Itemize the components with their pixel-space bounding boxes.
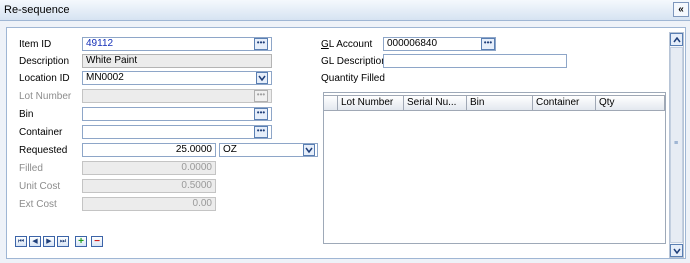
grid-col-container[interactable]: Container bbox=[533, 95, 596, 111]
grip-icon: ≡ bbox=[674, 140, 679, 147]
unit-cost-label: Unit Cost bbox=[19, 181, 61, 192]
window-titlebar: Re-sequence « bbox=[0, 0, 690, 21]
lot-number-field bbox=[82, 89, 272, 103]
scroll-thumb[interactable]: ≡ bbox=[670, 47, 683, 243]
chevron-down-icon bbox=[673, 248, 681, 254]
scroll-down-button[interactable] bbox=[670, 244, 683, 257]
form-vertical-scrollbar[interactable]: ≡ bbox=[669, 32, 684, 258]
container-lookup-button[interactable]: ••• bbox=[254, 126, 268, 138]
filled-label: Filled bbox=[19, 163, 43, 174]
item-id-field[interactable]: 49112 bbox=[82, 37, 272, 51]
minus-icon: − bbox=[94, 236, 100, 247]
gl-account-field[interactable]: 000006840 bbox=[383, 37, 496, 51]
quantity-filled-grid[interactable]: Lot Number Serial Nu... Bin Container Qt… bbox=[323, 92, 666, 244]
chevron-up-icon bbox=[673, 37, 681, 43]
gl-description-field[interactable] bbox=[383, 54, 567, 68]
container-label: Container bbox=[19, 127, 63, 138]
location-id-label: Location ID bbox=[19, 73, 70, 84]
uom-dropdown-button[interactable] bbox=[303, 144, 315, 156]
lot-number-label: Lot Number bbox=[19, 91, 72, 102]
plus-icon: + bbox=[78, 236, 84, 247]
first-record-button[interactable]: ⏮ bbox=[15, 236, 27, 247]
requested-label: Requested bbox=[19, 145, 68, 156]
ellipsis-icon: ••• bbox=[256, 126, 266, 135]
ellipsis-icon: ••• bbox=[256, 38, 266, 47]
filled-field: 0.0000 bbox=[82, 161, 216, 175]
container-field[interactable] bbox=[82, 125, 272, 139]
grid-col-bin[interactable]: Bin bbox=[467, 95, 533, 111]
gl-account-label: GL Account bbox=[321, 39, 373, 50]
resequence-form-panel: Item ID 49112 ••• Description White Pain… bbox=[6, 27, 686, 259]
bin-field[interactable] bbox=[82, 107, 272, 121]
next-record-icon: ▶ bbox=[46, 238, 52, 245]
last-record-button[interactable]: ⏭ bbox=[57, 236, 69, 247]
lot-number-lookup-button: ••• bbox=[254, 90, 268, 102]
previous-record-icon: ◀ bbox=[32, 238, 38, 245]
scroll-up-button[interactable] bbox=[670, 33, 683, 46]
add-record-button[interactable]: + bbox=[75, 236, 87, 247]
gl-description-label: GL Description bbox=[321, 56, 387, 67]
requested-quantity-field[interactable]: 25.0000 bbox=[82, 143, 216, 157]
grid-header-row: Lot Number Serial Nu... Bin Container Qt… bbox=[324, 95, 665, 111]
bin-lookup-button[interactable]: ••• bbox=[254, 108, 268, 120]
chevron-down-icon bbox=[305, 147, 313, 154]
previous-record-button[interactable]: ◀ bbox=[29, 236, 41, 247]
next-record-button[interactable]: ▶ bbox=[43, 236, 55, 247]
remove-record-button[interactable]: − bbox=[91, 236, 103, 247]
window-title: Re-sequence bbox=[4, 4, 70, 16]
ext-cost-field: 0.00 bbox=[82, 197, 216, 211]
grid-col-lot-number[interactable]: Lot Number bbox=[338, 95, 404, 111]
last-record-icon: ⏭ bbox=[59, 238, 67, 245]
unit-cost-field: 0.5000 bbox=[82, 179, 216, 193]
description-field: White Paint bbox=[82, 54, 272, 68]
quantity-filled-label: Quantity Filled bbox=[321, 73, 385, 84]
item-id-lookup-button[interactable]: ••• bbox=[254, 38, 268, 50]
first-record-icon: ⏮ bbox=[17, 238, 25, 245]
description-label: Description bbox=[19, 56, 70, 67]
grid-col-qty[interactable]: Qty bbox=[596, 95, 665, 111]
grid-col-serial-number[interactable]: Serial Nu... bbox=[404, 95, 467, 111]
ellipsis-icon: ••• bbox=[483, 38, 493, 47]
location-id-select[interactable]: MN0002 bbox=[82, 71, 272, 85]
ellipsis-icon: ••• bbox=[256, 108, 266, 117]
ext-cost-label: Ext Cost bbox=[19, 199, 57, 210]
ellipsis-icon: ••• bbox=[256, 90, 266, 99]
bin-label: Bin bbox=[19, 109, 34, 120]
gl-account-lookup-button[interactable]: ••• bbox=[481, 38, 495, 50]
item-id-label: Item ID bbox=[19, 39, 52, 50]
chevron-down-icon bbox=[258, 75, 266, 82]
collapse-panel-button[interactable]: « bbox=[673, 2, 689, 17]
grid-row-selector-header bbox=[324, 95, 338, 111]
location-id-dropdown-button[interactable] bbox=[256, 72, 268, 84]
